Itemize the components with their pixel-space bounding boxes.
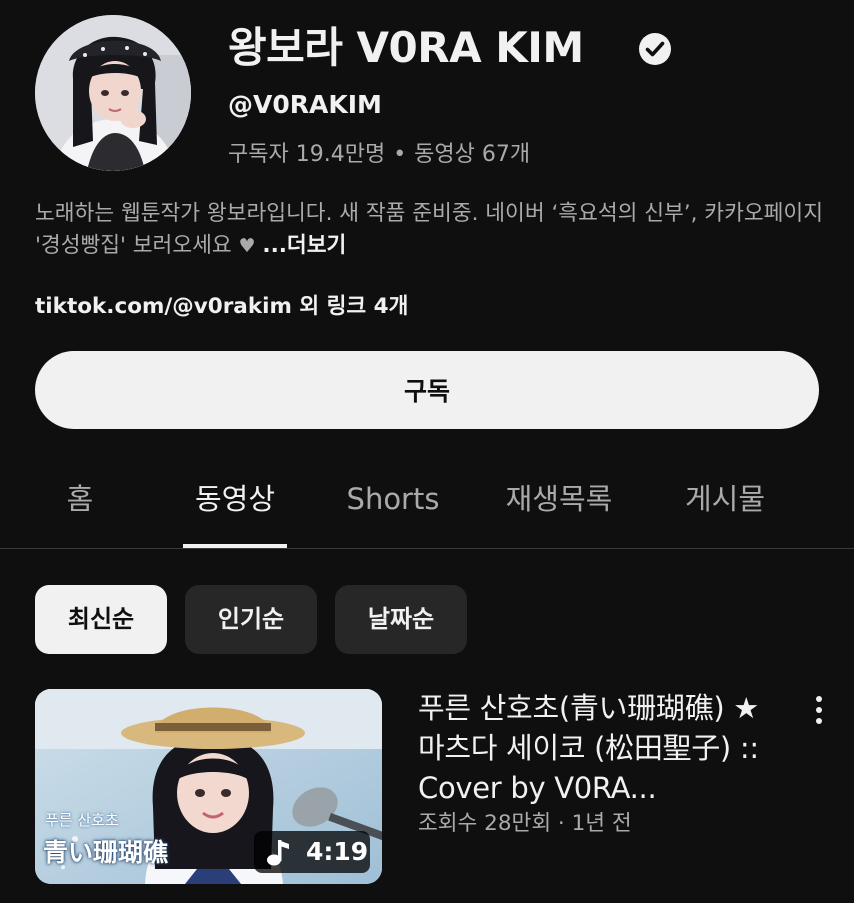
channel-description[interactable]: 노래하는 웹툰작가 왕보라입니다. 새 작품 준비중. 네이버 ‘흑요석의 신부… — [35, 198, 825, 262]
verified-badge-icon — [639, 33, 671, 65]
channel-stats: 구독자 19.4만명 • 동영상 67개 — [228, 136, 530, 168]
thumbnail-title: 青い珊瑚礁 — [43, 838, 169, 867]
filter-chip-latest[interactable]: 최신순 — [35, 585, 167, 654]
video-meta: 조회수 28만회 · 1년 전 — [418, 811, 632, 836]
avatar-image — [35, 15, 191, 171]
filter-chip-popular[interactable]: 인기순 — [185, 585, 317, 654]
heart-icon: ♥ — [238, 235, 256, 257]
channel-handle: @V0RAKIM — [228, 90, 382, 119]
tab-videos[interactable]: 동영상 — [170, 460, 300, 548]
duration-badge: 4:19 — [254, 831, 370, 873]
subscribe-button[interactable]: 구독 — [35, 351, 819, 429]
filter-chip-date[interactable]: 날짜순 — [335, 585, 467, 654]
tab-playlists[interactable]: 재생목록 — [484, 460, 634, 548]
more-link[interactable]: ...더보기 — [262, 233, 346, 258]
more-vertical-icon[interactable] — [806, 693, 832, 727]
channel-avatar[interactable] — [35, 15, 191, 171]
channel-links[interactable]: tiktok.com/@v0rakim 외 링크 4개 — [35, 289, 408, 320]
tab-shorts[interactable]: Shorts — [328, 460, 458, 548]
description-text: 노래하는 웹툰작가 왕보라입니다. 새 작품 준비중. 네이버 ‘흑요석의 신부… — [35, 201, 823, 258]
stats-separator: • — [393, 142, 407, 167]
tab-posts[interactable]: 게시물 — [662, 460, 788, 548]
thumbnail-subtitle: 푸른 산호초 — [45, 811, 119, 829]
tab-home[interactable]: 홈 — [35, 460, 125, 548]
channel-tabs: 홈 동영상 Shorts 재생목록 게시물 — [0, 460, 854, 550]
video-duration: 4:19 — [306, 837, 369, 866]
video-count: 동영상 67개 — [414, 142, 531, 167]
music-note-icon — [267, 840, 289, 866]
channel-name: 왕보라 V0RA KIM — [228, 23, 584, 72]
video-title[interactable]: 푸른 산호초(青い珊瑚礁) ★ 마츠다 세이코 (松田聖子) :: Cover … — [418, 688, 778, 808]
tabs-divider — [0, 548, 854, 549]
subscriber-count: 구독자 19.4만명 — [228, 142, 386, 167]
